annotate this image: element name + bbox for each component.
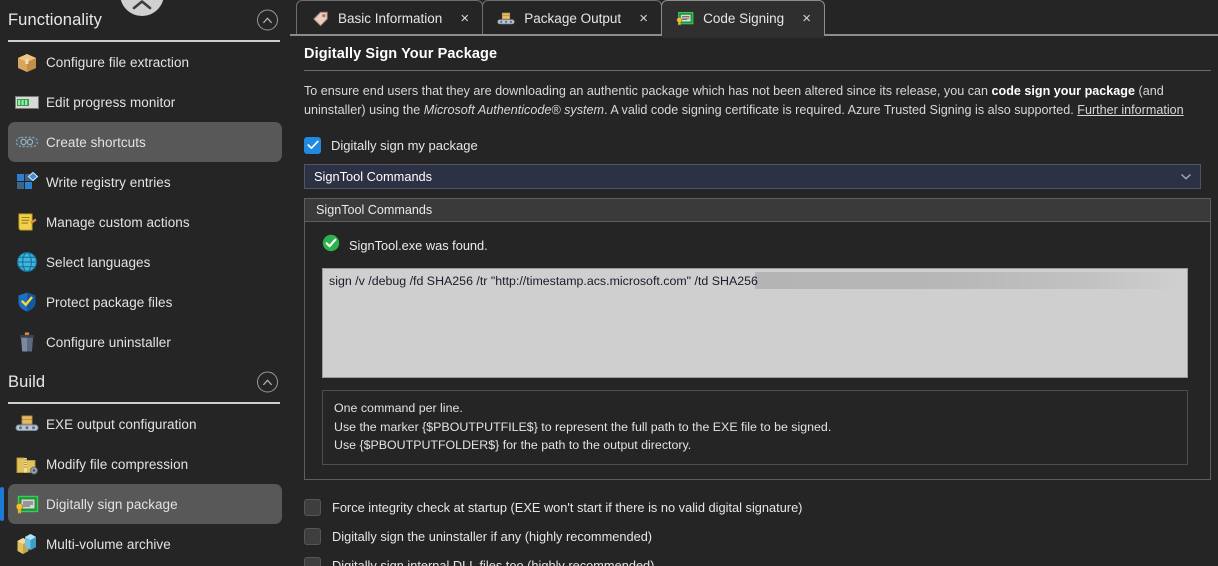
- sign-uninstaller-label: Digitally sign the uninstaller if any (h…: [332, 529, 653, 545]
- chevron-down-icon: [1180, 169, 1192, 184]
- sidebar-section-title: Build: [8, 372, 46, 391]
- sidebar-section-build-header[interactable]: Build: [0, 362, 290, 402]
- sidebar-item-label: EXE output configuration: [46, 416, 197, 432]
- sidebar-item-label: Multi-volume archive: [46, 536, 171, 552]
- navigation-sidebar: Functionality Configure file extraction: [0, 0, 290, 566]
- chevron-up-icon[interactable]: [257, 371, 278, 393]
- sidebar-item-label: Modify file compression: [46, 456, 189, 472]
- page-content: Digitally Sign Your Package To ensure en…: [290, 36, 1218, 566]
- tab-basic-information[interactable]: Basic Information ×: [296, 0, 484, 36]
- hint-line-2: Use the marker {$PBOUTPUTFILE$} to repre…: [334, 419, 832, 434]
- sign-internal-dll-checkbox[interactable]: [304, 557, 321, 566]
- hint-line-3: Use {$PBOUTPUTFOLDER$} for the path to t…: [334, 438, 692, 453]
- digitally-sign-my-package-checkbox[interactable]: [304, 136, 321, 154]
- groupbox-body: SignTool.exe was found. sign /v /debug /…: [305, 222, 1210, 480]
- scroll-script-icon: [14, 210, 40, 234]
- sidebar-item-label: Edit progress monitor: [46, 94, 176, 110]
- sign-internal-dll-row[interactable]: Digitally sign internal DLL files too (h…: [304, 551, 1211, 566]
- sidebar-item-label: Configure file extraction: [46, 54, 190, 70]
- sidebar-item-configure-file-extraction[interactable]: Configure file extraction: [8, 42, 282, 82]
- registry-grid-icon: [14, 170, 40, 194]
- signtool-status-text: SignTool.exe was found.: [349, 237, 488, 253]
- further-information-link[interactable]: Further information: [1077, 103, 1183, 117]
- tab-label: Package Output: [524, 11, 622, 26]
- sidebar-item-protect-package-files[interactable]: Protect package files: [8, 282, 282, 322]
- force-integrity-check-row[interactable]: Force integrity check at startup (EXE wo…: [304, 493, 1211, 522]
- sidebar-item-label: Manage custom actions: [46, 214, 190, 230]
- signtool-commands-groupbox: SignTool Commands SignTool.exe was found…: [304, 197, 1211, 481]
- sidebar-item-label: Select languages: [46, 254, 151, 270]
- text-selection-highlight: [755, 271, 1185, 289]
- sign-uninstaller-row[interactable]: Digitally sign the uninstaller if any (h…: [304, 522, 1211, 551]
- sidebar-item-label: Write registry entries: [46, 174, 171, 190]
- sidebar-item-edit-progress-monitor[interactable]: Edit progress monitor: [8, 82, 282, 122]
- intro-text-part3: . A valid code signing certificate is re…: [604, 102, 1078, 117]
- close-icon[interactable]: ×: [799, 11, 814, 26]
- sign-uninstaller-checkbox[interactable]: [304, 528, 321, 546]
- signing-method-value: SignTool Commands: [314, 168, 433, 184]
- chevron-up-icon[interactable]: [257, 9, 278, 31]
- intro-italic-phrase: Microsoft Authenticode® system: [423, 102, 605, 117]
- globe-icon: [14, 250, 40, 274]
- close-icon[interactable]: ×: [636, 11, 651, 26]
- multi-volume-icon: [14, 532, 40, 556]
- tab-code-signing[interactable]: Code Signing ×: [661, 0, 826, 38]
- title-divider: [304, 70, 1211, 71]
- chevron-up-icon: [132, 0, 152, 10]
- package-box-icon: [14, 50, 40, 74]
- sign-internal-dll-label: Digitally sign internal DLL files too (h…: [332, 558, 655, 566]
- progress-bar-icon: [14, 90, 40, 114]
- checkmark-icon: [306, 140, 319, 150]
- force-integrity-check-checkbox[interactable]: [304, 499, 321, 517]
- sidebar-item-label: Create shortcuts: [46, 134, 146, 150]
- link-chain-icon: [14, 130, 40, 154]
- certificate-icon: [14, 492, 40, 516]
- digitally-sign-my-package-label: Digitally sign my package: [331, 137, 478, 153]
- signtool-status-row: SignTool.exe was found.: [322, 234, 1196, 257]
- sidebar-item-create-shortcuts[interactable]: Create shortcuts: [8, 122, 282, 162]
- sidebar-item-configure-uninstaller[interactable]: Configure uninstaller: [8, 322, 282, 362]
- tab-strip: Basic Information × Package Output × Cod…: [290, 0, 1218, 38]
- sidebar-item-label: Protect package files: [46, 294, 173, 310]
- sidebar-item-modify-file-compression[interactable]: Modify file compression: [8, 444, 282, 484]
- signtool-commands-textarea[interactable]: sign /v /debug /fd SHA256 /tr "http://ti…: [322, 267, 1188, 378]
- signing-method-select[interactable]: SignTool Commands: [304, 163, 1201, 189]
- success-check-icon: [322, 234, 340, 257]
- sidebar-item-select-languages[interactable]: Select languages: [8, 242, 282, 282]
- signing-options-list: Force integrity check at startup (EXE wo…: [304, 493, 1211, 566]
- tab-label: Code Signing: [703, 11, 785, 26]
- zip-folder-icon: [14, 452, 40, 476]
- certificate-icon: [676, 10, 694, 28]
- sidebar-item-label: Digitally sign package: [46, 496, 178, 512]
- shield-icon: [14, 290, 40, 314]
- sidebar-item-digitally-sign-package[interactable]: Digitally sign package: [0, 484, 282, 524]
- tag-icon: [311, 10, 329, 28]
- conveyor-belt-icon: [497, 10, 515, 28]
- sidebar-item-label: Configure uninstaller: [46, 334, 171, 350]
- trash-bin-icon: [14, 330, 40, 354]
- conveyor-belt-icon: [14, 412, 40, 436]
- tab-package-output[interactable]: Package Output ×: [482, 0, 663, 36]
- force-integrity-check-label: Force integrity check at startup (EXE wo…: [332, 500, 803, 516]
- main-content-area: Basic Information × Package Output × Cod…: [290, 0, 1218, 566]
- digitally-sign-my-package-row[interactable]: Digitally sign my package: [304, 136, 1211, 154]
- intro-text-part1: To ensure end users that they are downlo…: [304, 84, 992, 98]
- groupbox-header: SignTool Commands: [305, 198, 1210, 222]
- tab-label: Basic Information: [338, 11, 443, 26]
- intro-paragraph: To ensure end users that they are downlo…: [304, 82, 1211, 120]
- page-title: Digitally Sign Your Package: [304, 46, 498, 62]
- sidebar-item-multi-volume-archive[interactable]: Multi-volume archive: [8, 524, 282, 564]
- usage-hints-box: One command per line. Use the marker {$P…: [322, 389, 1188, 466]
- sidebar-item-exe-output-configuration[interactable]: EXE output configuration: [8, 404, 282, 444]
- hint-line-1: One command per line.: [334, 400, 463, 415]
- intro-bold-phrase: code sign your package: [991, 84, 1135, 98]
- command-line-text: sign /v /debug /fd SHA256 /tr "http://ti…: [329, 273, 758, 288]
- sidebar-item-manage-custom-actions[interactable]: Manage custom actions: [8, 202, 282, 242]
- sidebar-item-write-registry-entries[interactable]: Write registry entries: [8, 162, 282, 202]
- close-icon[interactable]: ×: [457, 11, 472, 26]
- app-window: Functionality Configure file extraction: [0, 0, 1218, 566]
- sidebar-section-title: Functionality: [8, 10, 102, 29]
